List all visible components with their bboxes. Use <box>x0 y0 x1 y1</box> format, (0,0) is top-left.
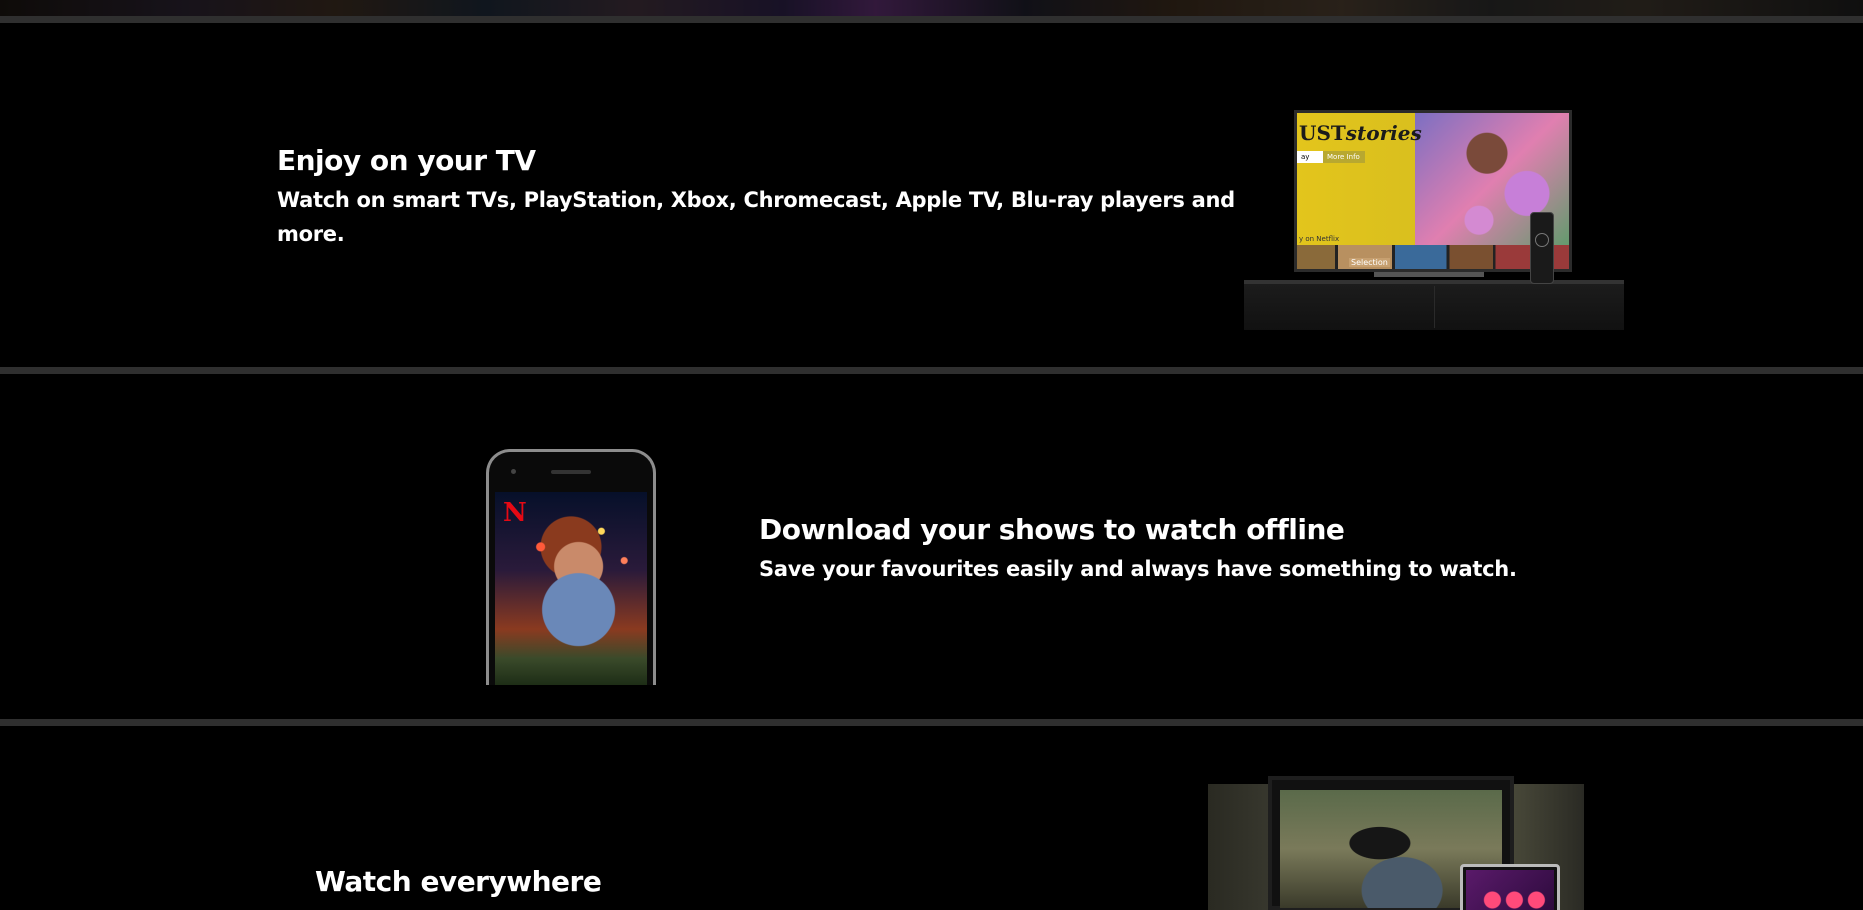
phone-illustration: N <box>486 449 656 685</box>
tv-cabinet-divider <box>1434 286 1435 328</box>
tablet-illustration <box>1460 864 1560 910</box>
tablet-screen <box>1466 870 1554 910</box>
section-divider <box>0 16 1863 23</box>
page: Enjoy on your TV Watch on smart TVs, Pla… <box>0 0 1863 910</box>
tv-more-info-label: More Info <box>1323 151 1365 163</box>
tv-caption: y on Netflix <box>1299 235 1340 243</box>
everywhere-section-title: Watch everywhere <box>315 865 602 898</box>
tv-show-title: USTstories <box>1299 121 1422 145</box>
section-divider <box>0 719 1863 726</box>
tv-thumbnail-row <box>1297 245 1569 269</box>
tv-section-subtitle: Watch on smart TVs, PlayStation, Xbox, C… <box>277 188 1235 246</box>
tv-row-label: Selection <box>1349 258 1390 267</box>
tv-stand <box>1374 272 1484 277</box>
remote-control-icon <box>1530 212 1554 284</box>
section-divider <box>0 367 1863 374</box>
remote-dpad-icon <box>1535 233 1549 247</box>
tv-section-title: Enjoy on your TV <box>277 144 536 177</box>
download-section-subtitle: Save your favourites easily and always h… <box>759 557 1517 581</box>
netflix-logo-icon: N <box>503 498 527 528</box>
devices-illustration <box>1208 772 1584 910</box>
phone-camera-icon <box>511 469 516 474</box>
download-section-title: Download your shows to watch offline <box>759 513 1345 546</box>
tv-illustration: USTstories ay More Info y on Netflix Sel… <box>1244 66 1624 334</box>
phone-speaker <box>551 470 591 474</box>
tv-play-label: ay <box>1297 151 1323 163</box>
hero-image-strip <box>0 0 1863 16</box>
phone-screen: N <box>495 492 647 685</box>
